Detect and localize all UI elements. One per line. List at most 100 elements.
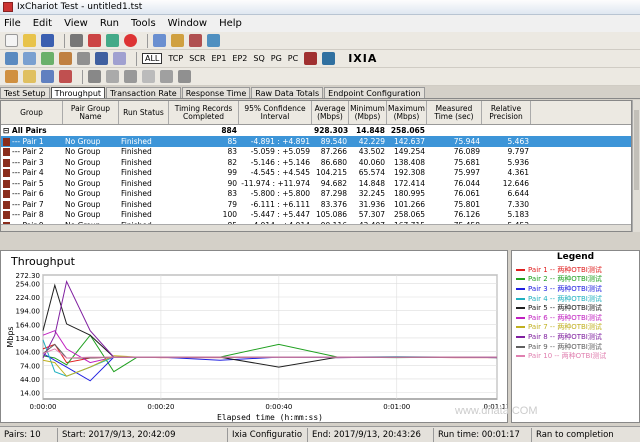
minimum-cell: 42.229: [358, 136, 385, 146]
collapse-icon[interactable]: ⊟: [3, 126, 12, 135]
table-row[interactable]: --- Pair 3 No Group Finished 82 -5.146 : +5.…: [1, 157, 631, 168]
menu-edit[interactable]: Edit: [33, 18, 52, 29]
all-pairs-row[interactable]: ⊟ All Pairs 884 928.303 14.848 258.065: [1, 125, 631, 136]
multicast-icon[interactable]: [23, 52, 36, 65]
header-pair-group-name[interactable]: Pair Group Name: [63, 101, 119, 124]
edit-icon[interactable]: [59, 52, 72, 65]
menu-view[interactable]: View: [64, 18, 88, 29]
header-average[interactable]: Average (Mbps): [312, 101, 349, 124]
cut-icon[interactable]: [88, 34, 101, 47]
tab-raw-data-totals[interactable]: Raw Data Totals: [251, 87, 324, 98]
endpoint-icon[interactable]: [322, 52, 336, 65]
toolbar-filters: ALL TCP SCR EP1 EP2 SQ PG PC IXIA: [0, 50, 640, 68]
zoom-icon[interactable]: [88, 70, 101, 83]
add-group-icon[interactable]: [171, 34, 184, 47]
x-tick-label: 0:01:00: [383, 403, 410, 411]
tool-icon[interactable]: [5, 70, 18, 83]
filter-pg-button[interactable]: PG: [271, 54, 282, 63]
network-icon[interactable]: [304, 52, 318, 65]
star-icon[interactable]: [23, 70, 36, 83]
legend-item[interactable]: Pair 8 -- 两种OTBI测试: [512, 332, 639, 342]
table-row[interactable]: --- Pair 1 No Group Finished 85 -4.891 : +4.…: [1, 136, 631, 147]
pair-icon[interactable]: [5, 52, 18, 65]
horizontal-scrollbar[interactable]: [1, 224, 631, 231]
pair-icon-cell: --- Pair 7: [1, 200, 63, 209]
export-icon[interactable]: [160, 70, 173, 83]
filter-ep1-button[interactable]: EP1: [211, 54, 226, 63]
watermark: www.dnata.COM: [455, 405, 538, 417]
table-row[interactable]: --- Pair 4 No Group Finished 99 -4.545 : +4.…: [1, 168, 631, 179]
grid-icon[interactable]: [113, 52, 126, 65]
filter-scr-button[interactable]: SCR: [189, 54, 205, 63]
filter-pc-button[interactable]: PC: [288, 54, 298, 63]
add-pair-icon[interactable]: [153, 34, 166, 47]
tab-throughput[interactable]: Throughput: [50, 87, 106, 98]
sort-icon[interactable]: [41, 70, 54, 83]
legend-swatch: [516, 335, 525, 338]
legend-item[interactable]: Pair 6 -- 两种OTBI测试: [512, 313, 639, 323]
filter-tcp-button[interactable]: TCP: [168, 54, 183, 63]
pair-label: Pair 2: [22, 147, 44, 157]
legend-item[interactable]: Pair 3 -- 两种OTBI测试: [512, 284, 639, 294]
filter-all-button[interactable]: ALL: [142, 53, 163, 64]
toolbar-separator: [64, 33, 65, 48]
legend-item[interactable]: Pair 10 -- 两种OTBI测试: [512, 351, 639, 361]
save-icon[interactable]: [41, 34, 54, 47]
open-folder-icon[interactable]: [23, 34, 36, 47]
header-group[interactable]: Group: [1, 101, 63, 124]
table-row[interactable]: --- Pair 2 No Group Finished 83 -5.059 : +5.…: [1, 147, 631, 158]
legend-item[interactable]: Pair 9 -- 两种OTBI测试: [512, 342, 639, 352]
print-icon[interactable]: [70, 34, 83, 47]
chart-icon[interactable]: [95, 52, 108, 65]
legend-swatch: [516, 355, 525, 358]
pair-label: Pair 3: [22, 157, 44, 167]
pair-label: Pair 5: [22, 178, 44, 188]
run-status-cell: Finished: [121, 147, 152, 157]
header-minimum[interactable]: Minimum (Mbps): [349, 101, 387, 124]
copy-icon[interactable]: [77, 52, 90, 65]
header-maximum[interactable]: Maximum (Mbps): [387, 101, 427, 124]
precision-cell: 9.797: [507, 147, 529, 157]
script-icon[interactable]: [41, 52, 54, 65]
menu-run[interactable]: Run: [100, 18, 119, 29]
header-relative-precision[interactable]: Relative Precision: [482, 101, 531, 124]
pair-label: Pair 7: [22, 199, 44, 209]
scroll-thumb[interactable]: [634, 110, 639, 190]
table-row[interactable]: --- Pair 5 No Group Finished 90 -11.974 : +1…: [1, 178, 631, 189]
vertical-scrollbar[interactable]: [632, 100, 640, 232]
y-tick-label: 134.00: [16, 335, 41, 343]
stop-icon[interactable]: [124, 34, 137, 47]
measured-time-cell: 75.944: [453, 136, 480, 146]
pan-icon[interactable]: [106, 70, 119, 83]
menu-window[interactable]: Window: [168, 18, 207, 29]
tab-response-time[interactable]: Response Time: [181, 87, 251, 98]
filter-icon[interactable]: [59, 70, 72, 83]
layout-icon[interactable]: [178, 70, 191, 83]
tab-transaction-rate[interactable]: Transaction Rate: [106, 87, 181, 98]
tab-endpoint-configuration[interactable]: Endpoint Configuration: [324, 87, 425, 98]
menu-file[interactable]: File: [4, 18, 21, 29]
legend-item[interactable]: Pair 5 -- 两种OTBI测试: [512, 303, 639, 313]
header-run-status[interactable]: Run Status: [119, 101, 169, 124]
tab-test-setup[interactable]: Test Setup: [0, 87, 50, 98]
properties-icon[interactable]: [207, 34, 220, 47]
delete-icon[interactable]: [189, 34, 202, 47]
fit-icon[interactable]: [124, 70, 137, 83]
header-measured-time[interactable]: Measured Time (sec): [427, 101, 482, 124]
reset-icon[interactable]: [142, 70, 155, 83]
filter-ep2-button[interactable]: EP2: [232, 54, 247, 63]
filter-sq-button[interactable]: SQ: [253, 54, 264, 63]
legend-item[interactable]: Pair 1 -- 两种OTBI测试: [512, 265, 639, 275]
menu-help[interactable]: Help: [219, 18, 242, 29]
menu-tools[interactable]: Tools: [131, 18, 156, 29]
legend-item[interactable]: Pair 2 -- 两种OTBI测试: [512, 275, 639, 285]
header-confidence[interactable]: 95% Confidence Interval: [239, 101, 312, 124]
table-row[interactable]: --- Pair 6 No Group Finished 83 -5.800 : +5.…: [1, 189, 631, 200]
legend-item[interactable]: Pair 4 -- 两种OTBI测试: [512, 294, 639, 304]
new-file-icon[interactable]: [5, 34, 18, 47]
table-row[interactable]: --- Pair 8 No Group Finished 100 -5.447 : +5…: [1, 210, 631, 221]
table-row[interactable]: --- Pair 7 No Group Finished 79 -6.111 : +6.…: [1, 199, 631, 210]
run-icon[interactable]: [106, 34, 119, 47]
header-timing-records[interactable]: Timing Records Completed: [169, 101, 239, 124]
legend-item[interactable]: Pair 7 -- 两种OTBI测试: [512, 323, 639, 333]
